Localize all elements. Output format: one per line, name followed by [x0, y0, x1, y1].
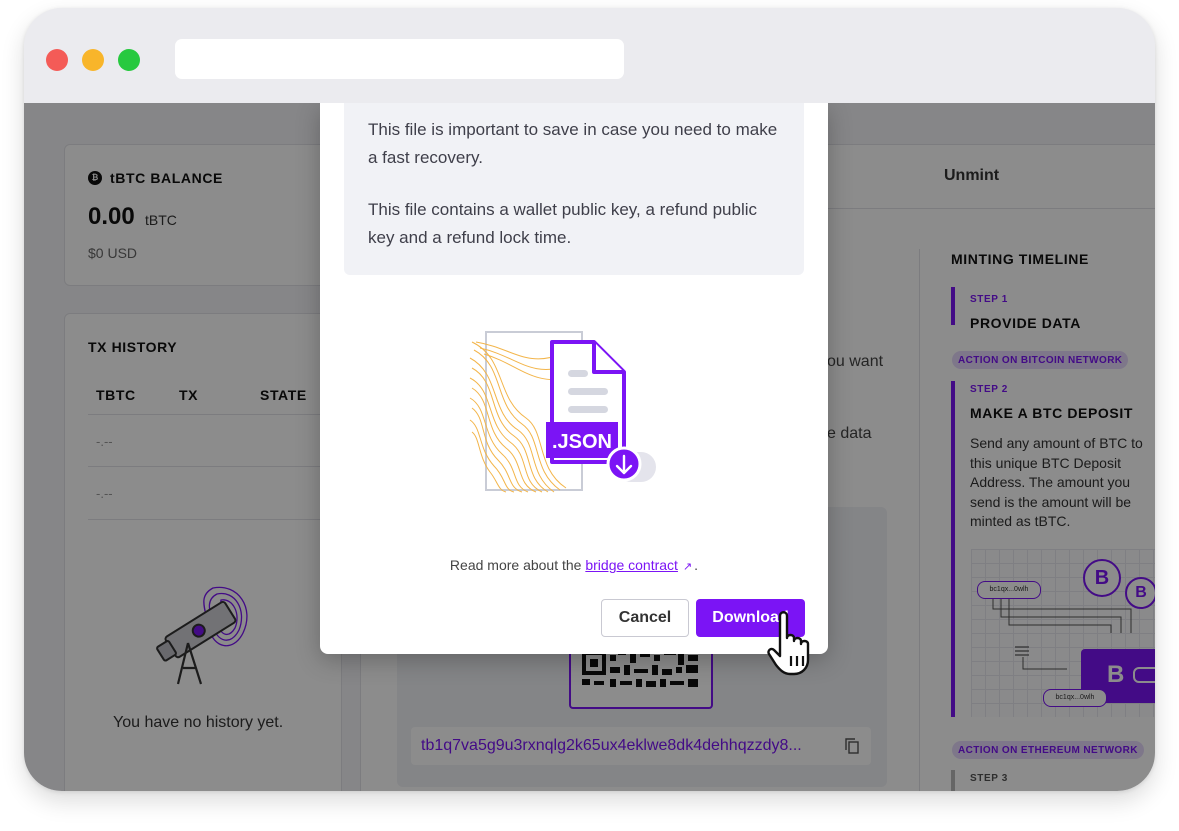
read-more-line: Read more about the bridge contract ↗.: [449, 557, 699, 573]
bridge-contract-link[interactable]: bridge contract: [585, 557, 678, 573]
json-file-icon: .JSON: [469, 331, 656, 493]
maximize-window-button[interactable]: [118, 49, 140, 71]
cancel-button[interactable]: Cancel: [601, 599, 689, 637]
close-window-button[interactable]: [46, 49, 68, 71]
modal-paragraph-1: This file is important to save in case y…: [368, 120, 778, 167]
modal-info-box: This file is important to save in case y…: [344, 103, 804, 275]
hand-cursor-icon: [767, 611, 810, 676]
modal-paragraph-2: This file contains a wallet public key, …: [368, 200, 757, 247]
minimize-window-button[interactable]: [82, 49, 104, 71]
json-badge-text: .JSON: [552, 431, 612, 453]
browser-window: ₿ tBTC BALANCE 0.00 tBTC $0 USD TX HISTO…: [24, 8, 1155, 791]
address-bar[interactable]: [175, 39, 624, 79]
download-json-modal: This file is important to save in case y…: [320, 103, 828, 654]
page-viewport: ₿ tBTC BALANCE 0.00 tBTC $0 USD TX HISTO…: [24, 103, 1155, 791]
external-link-icon: ↗: [682, 561, 693, 573]
title-bar: [24, 8, 1155, 103]
